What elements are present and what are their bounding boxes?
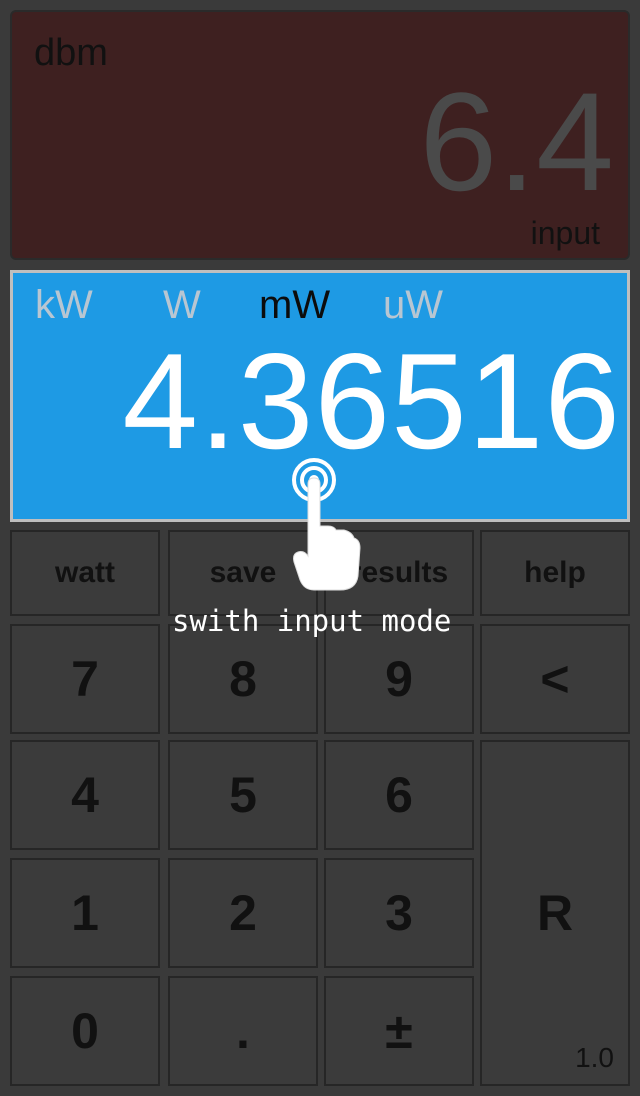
backspace-button[interactable]: < <box>480 624 630 734</box>
plus-minus-button[interactable]: ± <box>324 976 474 1086</box>
tap-gesture-icon <box>292 458 361 591</box>
input-value: 6.4 <box>419 63 614 220</box>
key-8[interactable]: 8 <box>168 624 318 734</box>
key-9[interactable]: 9 <box>324 624 474 734</box>
key-6[interactable]: 6 <box>324 740 474 850</box>
unit-tab-uw[interactable]: uW <box>383 283 443 328</box>
input-unit-label: dbm <box>34 32 108 74</box>
output-value: 4.36516 <box>122 325 621 477</box>
reset-button[interactable]: R 1.0 <box>480 740 630 1086</box>
input-display[interactable]: dbm 6.4 input <box>10 10 630 260</box>
help-button[interactable]: help <box>480 530 630 616</box>
watt-button[interactable]: watt <box>10 530 160 616</box>
key-0[interactable]: 0 <box>10 976 160 1086</box>
version-label: 1.0 <box>575 1042 614 1073</box>
key-4[interactable]: 4 <box>10 740 160 850</box>
key-5[interactable]: 5 <box>168 740 318 850</box>
decimal-point-button[interactable]: . <box>168 976 318 1086</box>
key-2[interactable]: 2 <box>168 858 318 968</box>
reset-label: R <box>536 885 574 941</box>
input-caption: input <box>530 215 600 251</box>
unit-tab-kw[interactable]: kW <box>35 283 93 328</box>
key-1[interactable]: 1 <box>10 858 160 968</box>
key-7[interactable]: 7 <box>10 624 160 734</box>
hint-text: swith input mode <box>172 604 452 638</box>
unit-tab-mw[interactable]: mW <box>259 283 330 328</box>
unit-tab-w[interactable]: W <box>163 283 201 328</box>
key-3[interactable]: 3 <box>324 858 474 968</box>
